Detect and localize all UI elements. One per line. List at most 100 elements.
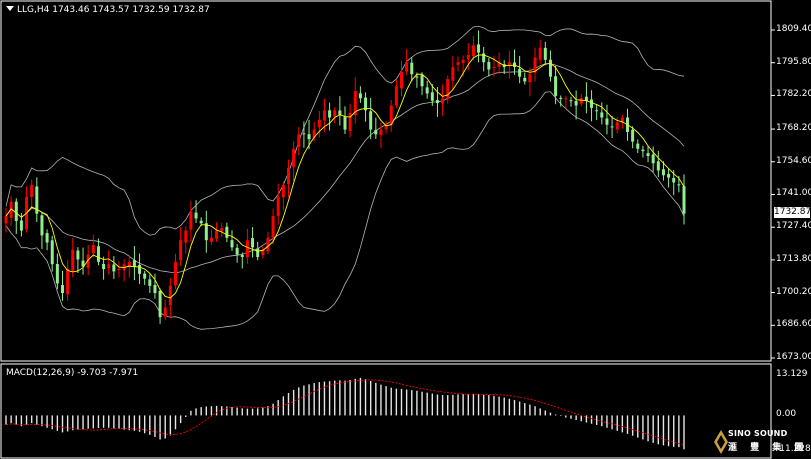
candle-body	[379, 129, 383, 136]
candle-body	[358, 93, 362, 99]
macd-histogram	[5, 377, 685, 450]
price-tick-label: 1713.80	[776, 253, 811, 264]
candle-body	[251, 238, 255, 248]
candle-body	[138, 264, 142, 274]
candle-body	[661, 169, 665, 176]
candle-body	[317, 119, 321, 128]
candle-body	[389, 105, 393, 125]
candle-body	[266, 237, 270, 252]
candle-body	[184, 230, 188, 243]
price-tick-label: 1741.00	[776, 188, 811, 199]
candle-body	[276, 196, 280, 216]
candle-body	[91, 244, 95, 254]
candle-body	[302, 133, 306, 135]
candle-body	[415, 76, 419, 78]
candle-body	[441, 98, 445, 104]
candle-body	[215, 230, 219, 239]
candle-body	[590, 99, 594, 108]
ma-line	[5, 54, 685, 299]
candle-body	[518, 69, 522, 77]
candle-body	[240, 255, 244, 258]
candle-body	[477, 44, 481, 53]
candle-body	[471, 45, 475, 57]
candle-body	[430, 92, 434, 101]
candle-body	[174, 261, 177, 286]
candle-body	[66, 269, 70, 295]
bollinger-middle	[5, 63, 685, 274]
candle-body	[651, 154, 655, 164]
candle-body	[45, 233, 49, 243]
candle-body	[538, 47, 542, 60]
candle-body	[507, 62, 511, 66]
candle-body	[584, 96, 588, 101]
candle-body	[292, 148, 296, 168]
candle-body	[646, 153, 650, 157]
price-tick-label: 1700.20	[776, 286, 811, 297]
candle-body	[328, 110, 332, 118]
candle-body	[559, 97, 563, 99]
candle-body	[194, 212, 198, 219]
price-chart[interactable]	[0, 0, 811, 459]
candle-body	[163, 307, 167, 317]
candle-body	[564, 98, 568, 100]
candle-body	[55, 263, 59, 284]
price-tick-label: 1727.40	[776, 221, 811, 232]
candle-body	[199, 220, 203, 224]
price-tick-label: 1673.00	[776, 352, 811, 362]
candle-body	[569, 100, 573, 102]
candle-body	[14, 201, 18, 221]
candle-body	[394, 86, 398, 106]
candle-body	[636, 143, 640, 149]
candle-body	[574, 101, 578, 106]
candle-body	[554, 76, 558, 96]
candle-body	[405, 62, 409, 72]
candle-body	[76, 250, 80, 260]
candle-body	[425, 87, 429, 94]
candle-body	[225, 226, 229, 238]
candle-body	[600, 112, 604, 118]
candle-body	[420, 74, 424, 87]
candle-body	[4, 216, 8, 224]
candle-body	[672, 177, 676, 183]
main-panel-frame	[0, 0, 772, 362]
candle-body	[656, 161, 660, 171]
candle-body	[523, 77, 527, 82]
candle-body	[61, 285, 64, 294]
price-tick-label: 1768.20	[776, 123, 811, 134]
candle-body	[220, 228, 224, 232]
candle-body	[112, 264, 116, 272]
price-tick-label: 1809.40	[776, 24, 811, 34]
chart-title: LLG,H4 1743.46 1743.57 1732.59 1732.87	[6, 5, 210, 15]
moving-average-line	[5, 54, 685, 299]
candle-body	[528, 74, 532, 83]
candle-body	[50, 240, 54, 265]
candle-body	[410, 62, 414, 75]
candle-body	[230, 240, 234, 248]
candle-body	[322, 110, 326, 121]
bollinger-bands	[5, 25, 685, 330]
candle-body	[168, 285, 172, 306]
candle-body	[615, 122, 619, 130]
candle-body	[374, 130, 378, 135]
candle-body	[631, 129, 635, 142]
candle-body	[40, 215, 44, 236]
candle-body	[579, 98, 583, 104]
candle-body	[158, 290, 162, 318]
candle-body	[256, 248, 260, 258]
candle-body	[456, 62, 460, 65]
candle-body	[245, 240, 249, 258]
dropdown-triangle-icon[interactable]	[6, 6, 14, 11]
candle-body	[487, 61, 491, 70]
candle-body	[667, 173, 671, 178]
candle-body	[610, 126, 614, 128]
candle-body	[307, 134, 311, 140]
candle-body	[30, 184, 34, 197]
macd-title: MACD(12,26,9) -9.703 -7.971	[6, 368, 139, 378]
candle-body	[446, 79, 450, 99]
candle-body	[641, 149, 645, 152]
price-tick-label: 1686.60	[776, 319, 811, 330]
candle-body	[209, 237, 213, 242]
candle-body	[297, 134, 301, 147]
candle-body	[595, 110, 599, 112]
candle-body	[461, 59, 465, 64]
